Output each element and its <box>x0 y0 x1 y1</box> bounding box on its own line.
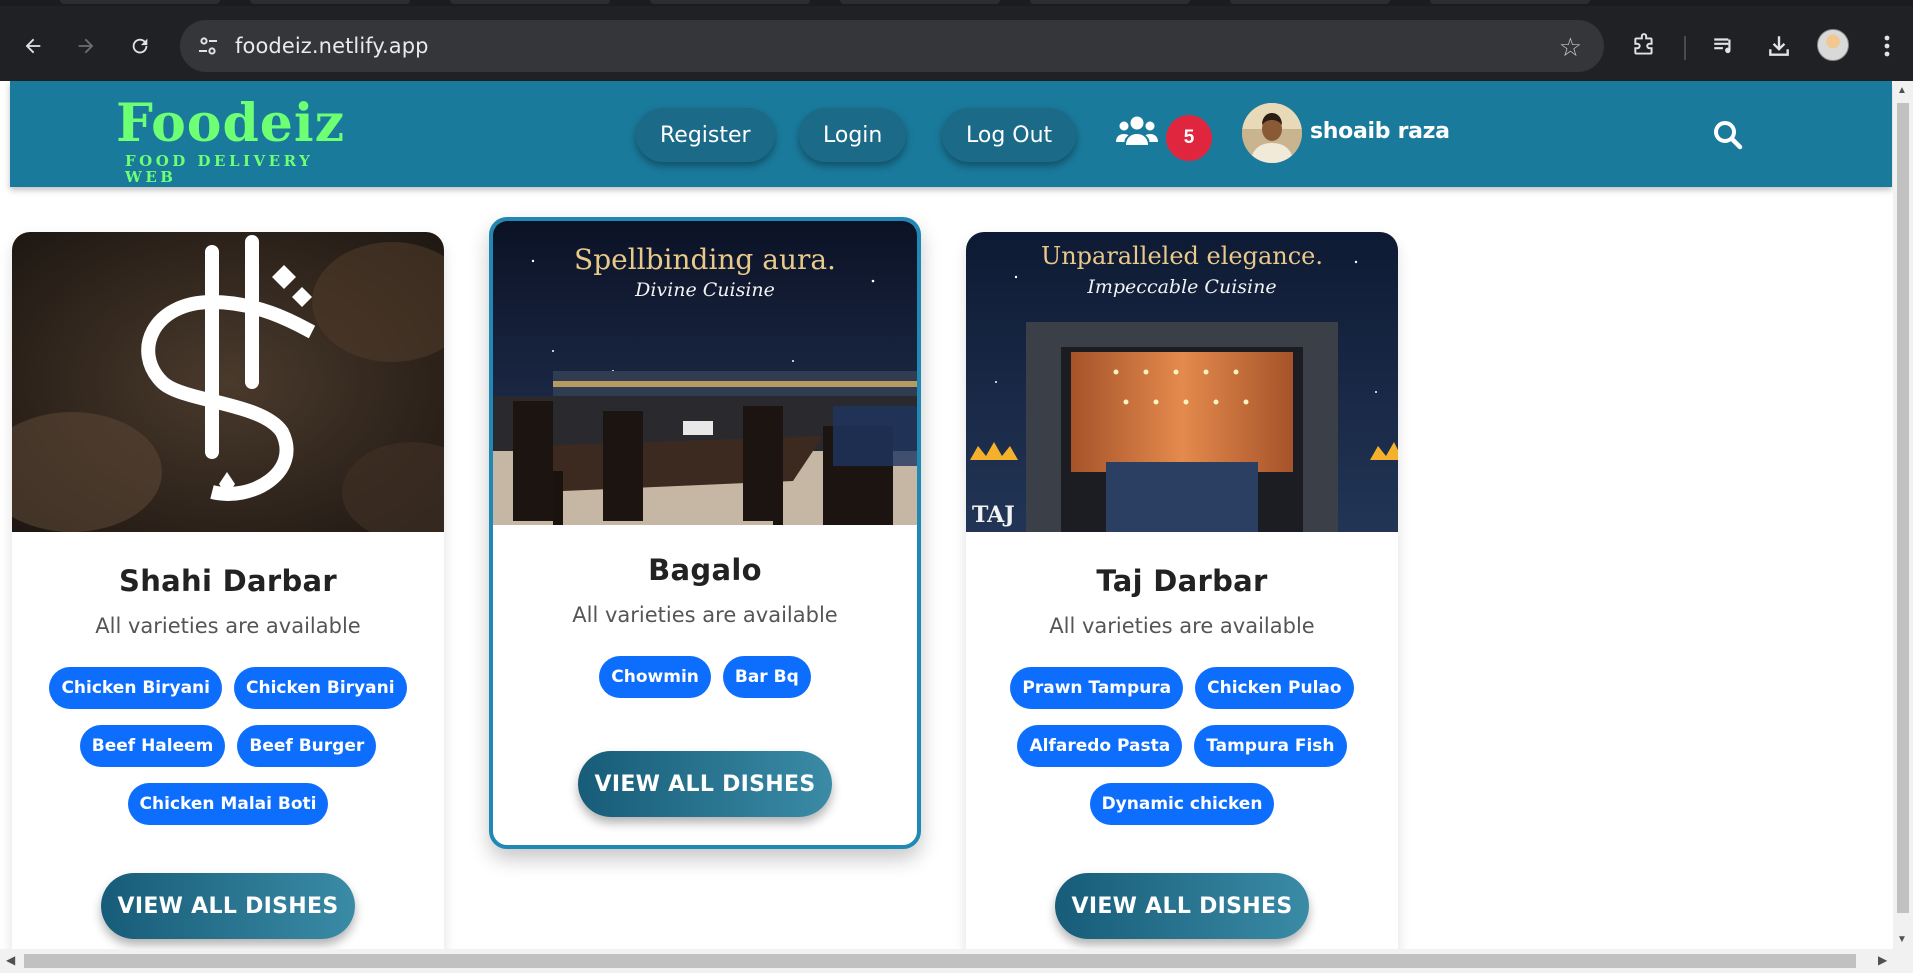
browser-chrome: foodeiz.netlify.app ☆ <box>0 0 1913 81</box>
horizontal-scroll-thumb[interactable] <box>24 954 1856 968</box>
scroll-up-arrow-icon[interactable]: ▲ <box>1897 85 1907 96</box>
dish-tag[interactable]: Chicken Malai Boti <box>127 783 329 825</box>
image-caption-line1: Unparalleled elegance. <box>1040 242 1324 270</box>
restaurant-image[interactable]: Spellbinding aura. Divine Cuisine <box>493 221 917 525</box>
site-logo[interactable]: Foodeiz FOOD DELIVERY WEB <box>116 93 356 186</box>
dish-tags: Prawn Tampura Chicken Pulao Alfaredo Pas… <box>986 667 1378 825</box>
restaurant-subtitle: All varieties are available <box>95 614 361 638</box>
logo-tagline: FOOD DELIVERY WEB <box>125 152 314 186</box>
menu-kebab-icon[interactable] <box>1871 30 1903 62</box>
profile-avatar-icon[interactable] <box>1817 29 1849 61</box>
user-avatar[interactable] <box>1242 103 1302 163</box>
extensions-icon[interactable] <box>1628 30 1660 62</box>
vertical-scrollbar[interactable]: ▲ ▼ <box>1893 81 1913 949</box>
restaurant-subtitle: All varieties are available <box>572 603 838 627</box>
site-settings-icon[interactable] <box>196 34 220 58</box>
view-all-dishes-button[interactable]: VIEW ALL DISHES <box>101 873 355 939</box>
site-header: Foodeiz FOOD DELIVERY WEB Register Login… <box>10 81 1892 187</box>
restaurant-image[interactable]: Unparalleled elegance. Impeccable Cuisin… <box>966 232 1398 532</box>
dish-tag[interactable]: Prawn Tampura <box>1010 667 1184 709</box>
address-bar[interactable]: foodeiz.netlify.app ☆ <box>180 20 1604 72</box>
restaurant-card-bagalo: Spellbinding aura. Divine Cuisine Bagalo… <box>489 217 921 849</box>
scroll-down-arrow-icon[interactable]: ▼ <box>1897 934 1907 945</box>
dish-tags: Chicken Biryani Chicken Biryani Beef Hal… <box>32 667 424 825</box>
toolbar-divider <box>1684 36 1686 60</box>
dish-tag[interactable]: Tampura Fish <box>1194 725 1347 767</box>
restaurant-card-shahi-darbar: Shahi Darbar All varieties are available… <box>12 232 444 949</box>
users-icon[interactable] <box>1116 115 1158 149</box>
dish-tag[interactable]: Chicken Pulao <box>1195 667 1354 709</box>
dish-tag[interactable]: Chowmin <box>599 656 711 698</box>
image-caption-line2: Divine Cuisine <box>635 279 775 301</box>
forward-arrow-icon[interactable] <box>68 28 104 64</box>
dish-tag[interactable]: Bar Bq <box>722 656 811 698</box>
vertical-scroll-thumb[interactable] <box>1897 103 1909 913</box>
restaurant-name: Bagalo <box>648 553 762 587</box>
view-all-dishes-button[interactable]: VIEW ALL DISHES <box>578 751 832 817</box>
reload-icon[interactable] <box>122 28 158 64</box>
media-controls-icon[interactable] <box>1708 30 1740 62</box>
tab-strip <box>0 0 1913 6</box>
dish-tags: Chowmin Bar Bq <box>513 656 897 698</box>
download-icon[interactable] <box>1763 30 1795 62</box>
view-all-dishes-button[interactable]: VIEW ALL DISHES <box>1055 873 1309 939</box>
logout-button[interactable]: Log Out <box>942 108 1077 162</box>
horizontal-scrollbar[interactable]: ◀ ▶ <box>0 949 1913 973</box>
restaurant-card-taj-darbar: Unparalleled elegance. Impeccable Cuisin… <box>966 232 1398 949</box>
dish-tag[interactable]: Dynamic chicken <box>1089 783 1275 825</box>
restaurant-subtitle: All varieties are available <box>1049 614 1315 638</box>
restaurant-name: Shahi Darbar <box>119 564 337 598</box>
scroll-right-arrow-icon[interactable]: ▶ <box>1878 953 1887 967</box>
restaurant-name: Taj Darbar <box>1096 564 1268 598</box>
dish-tag[interactable]: Alfaredo Pasta <box>1017 725 1183 767</box>
image-caption-line1: Spellbinding aura. <box>574 243 836 276</box>
dish-tag[interactable]: Beef Haleem <box>79 725 226 767</box>
logo-brand: Foodeiz <box>116 93 346 154</box>
image-brand-mark: TAJ <box>972 502 1015 528</box>
image-caption-line2: Impeccable Cuisine <box>1087 276 1277 298</box>
login-button[interactable]: Login <box>799 108 907 162</box>
back-arrow-icon[interactable] <box>15 28 51 64</box>
restaurant-image[interactable] <box>12 232 444 532</box>
browser-toolbar: foodeiz.netlify.app ☆ <box>0 14 1913 76</box>
username-label[interactable]: shoaib raza <box>1310 119 1450 144</box>
dish-tag[interactable]: Chicken Biryani <box>49 667 222 709</box>
dish-tag[interactable]: Beef Burger <box>237 725 377 767</box>
page-viewport: Foodeiz FOOD DELIVERY WEB Register Login… <box>0 81 1893 949</box>
search-icon[interactable] <box>1712 119 1744 151</box>
users-count-badge[interactable]: 5 <box>1166 115 1212 161</box>
bookmark-star-icon[interactable]: ☆ <box>1559 32 1582 63</box>
register-button[interactable]: Register <box>636 108 775 162</box>
scroll-left-arrow-icon[interactable]: ◀ <box>6 953 15 967</box>
dish-tag[interactable]: Chicken Biryani <box>234 667 407 709</box>
url-text[interactable]: foodeiz.netlify.app <box>235 34 429 58</box>
